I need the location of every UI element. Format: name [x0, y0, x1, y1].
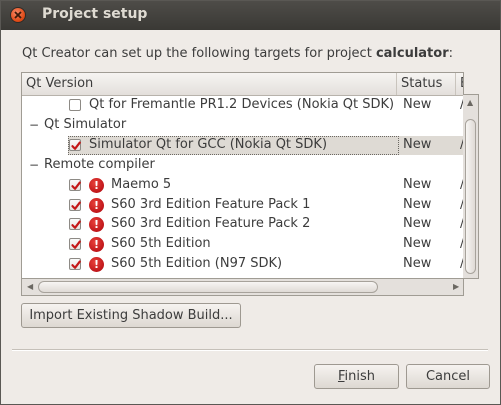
intro-prefix: Qt Creator can set up the following targ…: [22, 46, 376, 61]
checkmark-icon: [71, 220, 81, 230]
close-icon: [14, 11, 22, 19]
tree-group-row[interactable]: − Qt Simulator: [22, 116, 463, 136]
checkmark-icon: [71, 201, 81, 210]
column-header-build[interactable]: B: [456, 73, 463, 95]
scroll-left-icon[interactable]: ◀: [27, 283, 33, 291]
intro-text: Qt Creator can set up the following targ…: [22, 46, 453, 61]
target-label: S60 3rd Edition Feature Pack 2: [111, 216, 311, 232]
window-title: Project setup: [42, 6, 148, 22]
warning-icon: !: [89, 177, 104, 193]
tree-item-row[interactable]: Simulator Qt for GCC (Nokia Qt SDK) New /: [22, 135, 463, 156]
target-label: Maemo 5: [111, 176, 172, 192]
target-label: Simulator Qt for GCC (Nokia Qt SDK): [89, 136, 328, 152]
warning-icon: !: [89, 257, 104, 273]
checkmark-icon: [71, 181, 81, 190]
target-label: Qt for Fremantle PR1.2 Devices (Nokia Qt…: [89, 97, 395, 112]
finish-label: Finish: [337, 369, 376, 384]
group-label: Qt Simulator: [44, 116, 127, 132]
target-checkbox[interactable]: [69, 238, 81, 251]
target-status: New: [403, 256, 432, 272]
tree-item-row[interactable]: ! S60 5th Edition (N97 SDK) New /: [22, 255, 463, 275]
target-checkbox[interactable]: [69, 178, 81, 191]
tree-group-row[interactable]: − Remote compiler: [22, 156, 463, 176]
group-label: Remote compiler: [44, 156, 155, 172]
target-status: New: [403, 196, 432, 212]
close-window-button[interactable]: [10, 7, 26, 23]
cancel-button[interactable]: Cancel: [406, 364, 490, 389]
horizontal-scrollbar[interactable]: ◀ ▶: [21, 279, 464, 296]
tree-item-row[interactable]: Qt for Fremantle PR1.2 Devices (Nokia Qt…: [22, 96, 463, 116]
horizontal-scroll-thumb[interactable]: [38, 281, 378, 293]
target-checkbox[interactable]: [69, 138, 81, 151]
scroll-up-icon[interactable]: ▲: [467, 99, 473, 107]
target-label: S60 5th Edition: [111, 236, 211, 252]
warning-icon: !: [89, 217, 104, 233]
target-checkbox[interactable]: [69, 218, 81, 231]
column-header-qt-version[interactable]: Qt Version: [22, 73, 397, 95]
target-checkbox[interactable]: [69, 99, 81, 111]
column-header-status[interactable]: Status: [397, 73, 456, 95]
target-status: New: [403, 97, 432, 112]
title-bar[interactable]: Project setup: [1, 1, 500, 30]
separator: [12, 349, 488, 351]
intro-suffix: :: [448, 46, 454, 61]
collapse-icon[interactable]: −: [29, 119, 39, 131]
tree-item-row[interactable]: ! Maemo 5 New /: [22, 176, 463, 196]
project-name: calculator: [375, 46, 449, 61]
checkmark-icon: [71, 240, 81, 250]
targets-tree[interactable]: Qt Version Status B Qt for Fremantle PR1…: [21, 72, 464, 279]
target-status: New: [403, 176, 432, 192]
vertical-scroll-thumb[interactable]: [465, 119, 476, 274]
warning-icon: !: [89, 237, 104, 253]
tree-item-row[interactable]: ! S60 3rd Edition Feature Pack 2 New /: [22, 215, 463, 235]
tree-item-row[interactable]: ! S60 3rd Edition Feature Pack 1 New /: [22, 196, 463, 216]
tree-header: Qt Version Status B: [22, 73, 463, 96]
target-status: New: [403, 136, 432, 152]
warning-icon: !: [89, 197, 104, 213]
target-status: New: [403, 236, 432, 252]
scroll-right-icon[interactable]: ▶: [453, 283, 459, 291]
tree-item-row[interactable]: ! S60 5th Edition New /: [22, 235, 463, 255]
target-status: New: [403, 216, 432, 232]
collapse-icon[interactable]: −: [29, 159, 39, 171]
target-checkbox[interactable]: [69, 258, 81, 271]
target-checkbox[interactable]: [69, 198, 81, 211]
target-label: S60 5th Edition (N97 SDK): [111, 256, 283, 272]
import-shadow-build-button[interactable]: Import Existing Shadow Build...: [21, 303, 241, 328]
vertical-scrollbar[interactable]: ▲: [463, 94, 479, 279]
target-label: S60 3rd Edition Feature Pack 1: [111, 196, 311, 212]
checkmark-icon: [71, 260, 81, 270]
finish-button[interactable]: Finish: [314, 364, 399, 389]
project-setup-dialog: Project setup Qt Creator can set up the …: [0, 0, 501, 405]
checkmark-icon: [71, 141, 81, 150]
